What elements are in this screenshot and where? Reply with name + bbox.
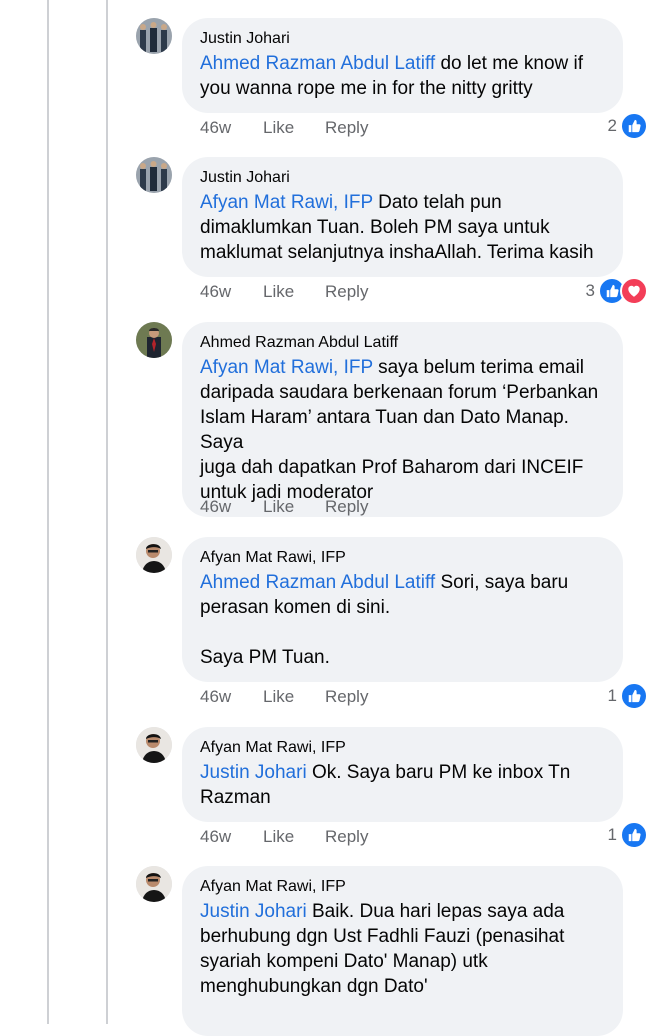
mention-link[interactable]: Afyan Mat Rawi, IFP [200,357,373,378]
comment-time[interactable]: 46w [200,118,263,138]
thumbs-up-icon [620,112,648,140]
comment-time[interactable]: 46w [200,497,263,517]
comment-author[interactable]: Justin Johari [200,168,605,188]
like-button[interactable]: Like [263,497,325,517]
comment-text: Ahmed Razman Abdul Latiff Sori, saya bar… [200,570,605,670]
mention-link[interactable]: Afyan Mat Rawi, IFP [200,192,373,213]
reaction-count: 1 [607,825,617,844]
mention-link[interactable]: Ahmed Razman Abdul Latiff [200,53,435,74]
comment: Afyan Mat Rawi, IFP Justin Johari Ok. Sa… [136,727,648,852]
avatar[interactable] [136,322,172,358]
comment-body: saya belum terima email daripada saudara… [200,357,599,503]
comment-time[interactable]: 46w [200,827,263,847]
like-button[interactable]: Like [263,827,325,847]
comment: Afyan Mat Rawi, IFP Ahmed Razman Abdul L… [136,537,648,712]
comment-actions: 46w Like Reply [200,827,368,847]
comment-text: Ahmed Razman Abdul Latiff do let me know… [200,51,605,101]
comment-bubble: Afyan Mat Rawi, IFP Ahmed Razman Abdul L… [182,537,623,682]
reply-button[interactable]: Reply [325,827,368,847]
comment-actions: 46w Like Reply [200,687,368,707]
reaction-summary[interactable]: 2 [608,112,648,140]
comment-text: Justin Johari Ok. Saya baru PM ke inbox … [200,760,605,810]
mention-link[interactable]: Justin Johari [200,762,307,783]
comment-text: Justin Johari Baik. Dua hari lepas saya … [200,899,605,999]
mention-link[interactable]: Ahmed Razman Abdul Latiff [200,572,435,593]
reaction-count: 2 [607,116,617,135]
comment-text: Afyan Mat Rawi, IFP saya belum terima em… [200,355,605,505]
thumbs-up-icon [620,682,648,710]
comment-actions: 46w Like Reply [200,497,368,517]
reaction-count: 3 [585,281,595,300]
comment: Ahmed Razman Abdul Latiff Afyan Mat Rawi… [136,322,648,522]
comment-bubble: Afyan Mat Rawi, IFP Justin Johari Ok. Sa… [182,727,623,822]
reply-button[interactable]: Reply [325,687,368,707]
reaction-summary[interactable]: 3 [586,277,648,305]
comment-author[interactable]: Afyan Mat Rawi, IFP [200,877,605,897]
comment-time[interactable]: 46w [200,282,263,302]
reply-button[interactable]: Reply [325,497,368,517]
comment: Afyan Mat Rawi, IFP Justin Johari Baik. … [136,866,648,1036]
comment-bubble: Justin Johari Afyan Mat Rawi, IFP Dato t… [182,157,623,277]
heart-icon [620,277,648,305]
comment: Justin Johari Ahmed Razman Abdul Latiff … [136,18,648,143]
comment-actions: 46w Like Reply [200,282,368,302]
avatar[interactable] [136,727,172,763]
reaction-summary[interactable]: 1 [608,821,648,849]
thumbs-up-icon [620,821,648,849]
reaction-summary[interactable]: 1 [608,682,648,710]
like-button[interactable]: Like [263,282,325,302]
comment-time[interactable]: 46w [200,687,263,707]
comment-bubble: Afyan Mat Rawi, IFP Justin Johari Baik. … [182,866,623,1036]
reply-button[interactable]: Reply [325,118,368,138]
comment-author[interactable]: Afyan Mat Rawi, IFP [200,738,605,758]
avatar[interactable] [136,866,172,902]
comment-actions: 46w Like Reply [200,118,368,138]
comment-author[interactable]: Afyan Mat Rawi, IFP [200,548,605,568]
comment-bubble: Ahmed Razman Abdul Latiff Afyan Mat Rawi… [182,322,623,517]
like-button[interactable]: Like [263,687,325,707]
avatar[interactable] [136,18,172,54]
like-button[interactable]: Like [263,118,325,138]
avatar[interactable] [136,157,172,193]
comment-text: Afyan Mat Rawi, IFP Dato telah pun dimak… [200,190,605,265]
reaction-count: 1 [607,686,617,705]
comment-bubble: Justin Johari Ahmed Razman Abdul Latiff … [182,18,623,113]
avatar[interactable] [136,537,172,573]
comment-author[interactable]: Justin Johari [200,29,605,49]
thread-line-inner [106,0,108,1024]
mention-link[interactable]: Justin Johari [200,901,307,922]
reply-button[interactable]: Reply [325,282,368,302]
comment: Justin Johari Afyan Mat Rawi, IFP Dato t… [136,157,648,307]
comment-author[interactable]: Ahmed Razman Abdul Latiff [200,333,605,353]
thread-line-outer [47,0,49,1024]
